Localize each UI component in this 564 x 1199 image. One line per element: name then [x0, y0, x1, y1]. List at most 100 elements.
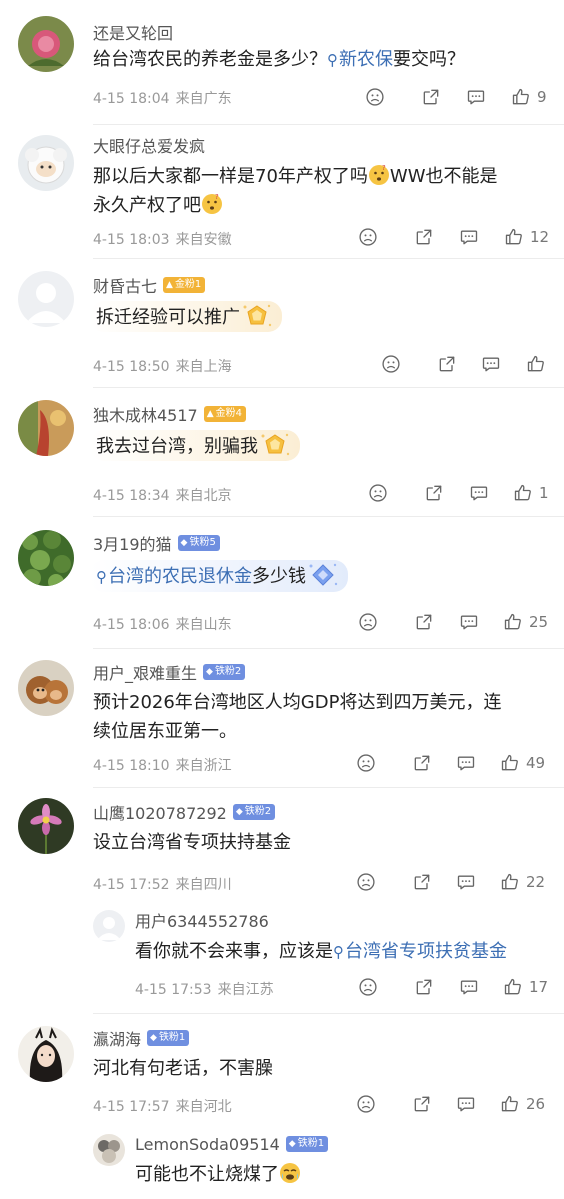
like-button[interactable] [526, 354, 552, 374]
like-button[interactable]: 1 [513, 483, 549, 503]
comment-icon[interactable] [456, 1094, 476, 1114]
sad-face-icon[interactable] [358, 612, 378, 632]
like-button[interactable]: 26 [500, 1094, 545, 1114]
like-count: 12 [530, 228, 550, 246]
share-icon[interactable] [414, 227, 434, 247]
like-button[interactable]: 22 [500, 872, 545, 892]
badge-label: 铁粉1 [297, 1138, 325, 1149]
topic-link[interactable]: ⚲新农保 [327, 49, 393, 70]
comment-text-part: 我去过台湾，别骗我 [96, 436, 258, 457]
sad-face-icon[interactable] [368, 483, 388, 503]
avatar[interactable] [18, 660, 74, 716]
sad-face-icon[interactable] [356, 1094, 376, 1114]
username[interactable]: LemonSoda09514 [135, 1135, 280, 1154]
share-icon[interactable] [412, 753, 432, 773]
share-icon[interactable] [412, 1094, 432, 1114]
badge-label: 铁粉1 [158, 1032, 186, 1043]
comment-text-part: 设立台湾省专项扶持基金 [93, 832, 291, 853]
username[interactable]: 用户_艰难重生 [93, 660, 197, 684]
thumbs-up-icon [511, 87, 531, 107]
comment-text: 拆迁经验可以推广 [90, 301, 552, 332]
fan-badge[interactable]: ◆ 铁粉5 [177, 535, 220, 551]
sad-face-icon[interactable] [356, 753, 376, 773]
comment-icon[interactable] [456, 753, 476, 773]
like-button[interactable]: 17 [503, 977, 548, 997]
diamond-icon: ◆ [235, 807, 243, 817]
username[interactable]: 财昏古七 [93, 273, 157, 297]
comment-icon[interactable] [466, 87, 486, 107]
username[interactable]: 山鹰1020787292 [93, 800, 227, 824]
comment-text-part: 可能也不让烧煤了 [135, 1164, 279, 1185]
comment-icon[interactable] [456, 872, 476, 892]
like-count: 25 [529, 613, 549, 631]
comment-icon[interactable] [459, 612, 479, 632]
medal-icon [240, 301, 274, 331]
avatar[interactable] [18, 400, 74, 456]
comment-text-part: 要交吗？ [393, 49, 465, 70]
avatar[interactable] [18, 530, 74, 586]
comment-text: 我去过台湾，别骗我 [90, 430, 552, 461]
divider [93, 1013, 564, 1014]
diamond-icon: ◆ [206, 667, 213, 677]
like-count: 1 [539, 484, 549, 502]
comment-text: 河北有句老话，不害臊 [93, 1054, 555, 1083]
avatar[interactable] [18, 798, 74, 854]
medal-icon [306, 560, 340, 590]
crown-icon: ▲ [206, 409, 214, 419]
sad-face-icon[interactable] [358, 227, 378, 247]
topic-link[interactable]: ⚲台湾省专项扶贫基金 [333, 941, 507, 962]
comment-text-part: 拆迁经验可以推广 [96, 307, 240, 328]
search-icon: ⚲ [327, 51, 338, 69]
username[interactable]: 用户6344552786 [135, 908, 269, 932]
comment-icon[interactable] [469, 483, 489, 503]
fan-badge[interactable]: ◆ 铁粉2 [203, 664, 246, 680]
username[interactable]: 还是又轮回 [93, 20, 173, 44]
comment-icon[interactable] [481, 354, 501, 374]
share-icon[interactable] [437, 354, 457, 374]
like-button[interactable]: 9 [511, 87, 547, 107]
divider [93, 258, 564, 259]
sad-face-icon[interactable] [358, 977, 378, 997]
sad-face-icon[interactable] [356, 872, 376, 892]
sad-face-icon[interactable] [365, 87, 385, 107]
like-count: 26 [526, 1095, 546, 1113]
like-count: 22 [526, 873, 546, 891]
avatar[interactable] [18, 1026, 74, 1082]
comment-text-part: 多少钱 [252, 566, 306, 587]
divider [93, 387, 564, 388]
like-button[interactable]: 49 [500, 753, 545, 773]
fan-badge[interactable]: ◆ 铁粉2 [232, 804, 276, 820]
like-count: 17 [529, 978, 549, 996]
topic-link-label: 台湾的农民退休金 [108, 566, 252, 587]
like-button[interactable]: 25 [503, 612, 548, 632]
thumbs-up-icon [513, 483, 533, 503]
comment-icon[interactable] [459, 977, 479, 997]
avatar[interactable] [93, 1134, 125, 1166]
search-icon: ⚲ [96, 568, 107, 586]
username[interactable]: 独木成林4517 [93, 402, 198, 426]
share-icon[interactable] [424, 483, 444, 503]
badge-label: 铁粉2 [214, 666, 242, 677]
fan-badge[interactable]: ◆ 铁粉1 [285, 1136, 329, 1152]
share-icon[interactable] [414, 977, 434, 997]
sad-face-icon[interactable] [381, 354, 401, 374]
username[interactable]: 3月19的猫 [93, 531, 172, 555]
comment-icon[interactable] [459, 227, 479, 247]
thumbs-up-icon [526, 354, 546, 374]
share-icon[interactable] [414, 612, 434, 632]
comment-text-part: 续位居东亚第一。 [93, 721, 237, 742]
share-icon[interactable] [412, 872, 432, 892]
avatar[interactable] [93, 910, 125, 942]
avatar[interactable] [18, 271, 74, 327]
avatar[interactable] [18, 135, 74, 191]
topic-link[interactable]: ⚲台湾的农民退休金 [96, 566, 252, 587]
fan-badge[interactable]: ▲ 金粉4 [203, 406, 247, 422]
badge-label: 金粉1 [174, 279, 202, 290]
avatar[interactable] [18, 16, 74, 72]
username[interactable]: 大眼仔总爱发疯 [93, 133, 205, 157]
fan-badge[interactable]: ◆ 铁粉1 [147, 1030, 190, 1046]
share-icon[interactable] [421, 87, 441, 107]
username[interactable]: 瀛湖海 [93, 1026, 141, 1050]
fan-badge[interactable]: ▲ 金粉1 [163, 277, 206, 293]
like-button[interactable]: 12 [504, 227, 549, 247]
